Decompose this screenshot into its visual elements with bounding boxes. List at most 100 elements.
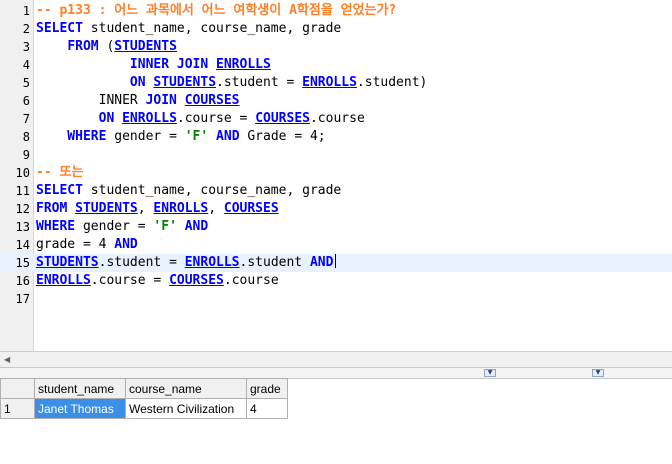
scroll-left-arrow-icon[interactable]: ◀ — [4, 355, 10, 364]
code-line[interactable]: 15 STUDENTS.student = ENROLLS.student AND — [0, 254, 672, 272]
table-name: COURSES — [223, 201, 279, 216]
line-number: 10 — [15, 166, 30, 180]
code-text[interactable]: FROM STUDENTS, ENROLLS, COURSES — [36, 200, 279, 218]
sql-comment: -- p133 : 어느 과목에서 어느 여학생이 A학점을 얻었는가? — [36, 3, 397, 18]
sql-keyword: SELECT — [36, 183, 83, 198]
code-token: Grade = 4; — [239, 129, 326, 144]
code-text[interactable]: -- p133 : 어느 과목에서 어느 여학생이 A학점을 얻었는가? — [36, 2, 396, 20]
code-text[interactable]: ENROLLS.course = COURSES.course — [36, 272, 279, 290]
cell-course-name[interactable]: Western Civilization — [125, 398, 247, 419]
line-number: 9 — [22, 148, 30, 162]
code-token: INNER — [36, 93, 138, 108]
code-token: ( — [98, 39, 115, 54]
table-name: COURSES — [255, 111, 310, 126]
line-number: 16 — [15, 274, 30, 288]
code-line[interactable]: 4 INNER JOIN ENROLLS — [0, 56, 672, 74]
code-text[interactable]: WHERE gender = 'F' AND — [36, 218, 208, 236]
line-number: 6 — [22, 94, 30, 108]
code-token: , — [208, 201, 224, 216]
code-line[interactable]: 10 -- 또는 — [0, 164, 672, 182]
code-token: grade = 4 — [36, 237, 115, 252]
sql-keyword: FROM — [67, 39, 99, 54]
code-text[interactable]: FROM (STUDENTS — [36, 38, 177, 56]
line-number: 5 — [22, 76, 30, 90]
code-text[interactable]: WHERE gender = 'F' AND Grade = 4; — [36, 128, 326, 146]
grid-corner[interactable] — [0, 378, 35, 399]
code-line[interactable]: 11 SELECT student_name, course_name, grad… — [0, 182, 672, 200]
code-token: .student = — [98, 255, 185, 270]
code-text[interactable]: SELECT student_name, course_name, grade — [36, 182, 341, 200]
line-number: 15 — [15, 256, 30, 270]
sql-keyword: AND — [184, 219, 209, 234]
line-number: 14 — [15, 238, 30, 252]
sql-keyword: ON — [36, 111, 115, 126]
line-number: 3 — [22, 40, 30, 54]
column-header-grade[interactable]: grade — [246, 378, 288, 399]
code-token: .student = — [216, 75, 303, 90]
code-token: , — [137, 201, 154, 216]
code-token: .student) — [356, 75, 428, 90]
line-number: 1 — [22, 4, 30, 18]
code-line[interactable]: 17 — [0, 290, 672, 308]
code-text[interactable]: -- 또는 — [36, 164, 83, 182]
code-line[interactable]: 7 ON ENROLLS.course = COURSES.course — [0, 110, 672, 128]
code-line[interactable]: 8 WHERE gender = 'F' AND Grade = 4; — [0, 128, 672, 146]
table-name: STUDENTS — [153, 75, 217, 90]
code-text[interactable]: INNER JOIN ENROLLS — [36, 56, 271, 74]
code-text[interactable]: STUDENTS.student = ENROLLS.student AND — [36, 254, 337, 272]
code-line[interactable]: 1 -- p133 : 어느 과목에서 어느 여학생이 A학점을 얻었는가? — [0, 2, 672, 20]
sql-keyword: WHERE — [36, 219, 76, 234]
code-token: gender = — [106, 129, 185, 144]
code-token: .student — [239, 255, 310, 270]
code-text[interactable]: grade = 4 AND — [36, 236, 138, 254]
code-token: .course = — [90, 273, 170, 288]
code-text[interactable]: SELECT student_name, course_name, grade — [36, 20, 341, 38]
code-line[interactable]: 12 FROM STUDENTS, ENROLLS, COURSES — [0, 200, 672, 218]
string-literal: 'F' — [153, 219, 177, 234]
line-number: 8 — [22, 130, 30, 144]
code-lines[interactable]: 1 -- p133 : 어느 과목에서 어느 여학생이 A학점을 얻었는가? 2 SE… — [0, 2, 672, 308]
sql-editor[interactable]: 1 -- p133 : 어느 과목에서 어느 여학생이 A학점을 얻었는가? 2 SE… — [0, 0, 672, 351]
column-header-course-name[interactable]: course_name — [125, 378, 247, 399]
table-name: STUDENTS — [114, 39, 177, 54]
code-line[interactable]: 9 — [0, 146, 672, 164]
table-name: STUDENTS — [36, 255, 99, 270]
code-token: .course = — [176, 111, 256, 126]
dropdown-arrow-icon[interactable]: ▼ — [592, 369, 604, 377]
code-token: .course — [223, 273, 279, 288]
code-text[interactable]: ON ENROLLS.course = COURSES.course — [36, 110, 365, 128]
code-line[interactable]: 16 ENROLLS.course = COURSES.course — [0, 272, 672, 290]
line-number: 13 — [15, 220, 30, 234]
code-line[interactable]: 13 WHERE gender = 'F' AND — [0, 218, 672, 236]
sql-keyword: JOIN — [137, 93, 177, 108]
code-line[interactable]: 5 ON STUDENTS.student = ENROLLS.student) — [0, 74, 672, 92]
code-line[interactable]: 14 grade = 4 AND — [0, 236, 672, 254]
sql-keyword: ON — [36, 75, 146, 90]
results-grid[interactable]: student_name course_name grade 1 Janet T… — [0, 378, 288, 419]
line-number: 12 — [15, 202, 30, 216]
dropdown-arrow-icon[interactable]: ▼ — [484, 369, 496, 377]
code-token: student_name, course_name, grade — [82, 21, 342, 36]
column-header-student-name[interactable]: student_name — [34, 378, 126, 399]
code-text[interactable]: ON STUDENTS.student = ENROLLS.student) — [36, 74, 427, 92]
table-name: ENROLLS — [302, 75, 357, 90]
table-row[interactable]: 1 Janet Thomas Western Civilization 4 — [0, 398, 288, 419]
sql-keyword: WHERE — [36, 129, 107, 144]
table-name: STUDENTS — [75, 201, 138, 216]
code-text[interactable]: INNER JOIN COURSES — [36, 92, 240, 110]
cell-student-name[interactable]: Janet Thomas — [34, 398, 126, 419]
table-name: COURSES — [169, 273, 224, 288]
cell-grade[interactable]: 4 — [246, 398, 288, 419]
code-line[interactable]: 2 SELECT student_name, course_name, grade — [0, 20, 672, 38]
results-header-row: student_name course_name grade — [0, 378, 288, 399]
horizontal-scrollbar[interactable]: ◀ — [0, 351, 672, 368]
sql-keyword: FROM — [36, 201, 68, 216]
row-number[interactable]: 1 — [0, 398, 35, 419]
code-line[interactable]: 6 INNER JOIN COURSES — [0, 92, 672, 110]
code-line[interactable]: 3 FROM (STUDENTS — [0, 38, 672, 56]
line-number: 11 — [15, 184, 30, 198]
